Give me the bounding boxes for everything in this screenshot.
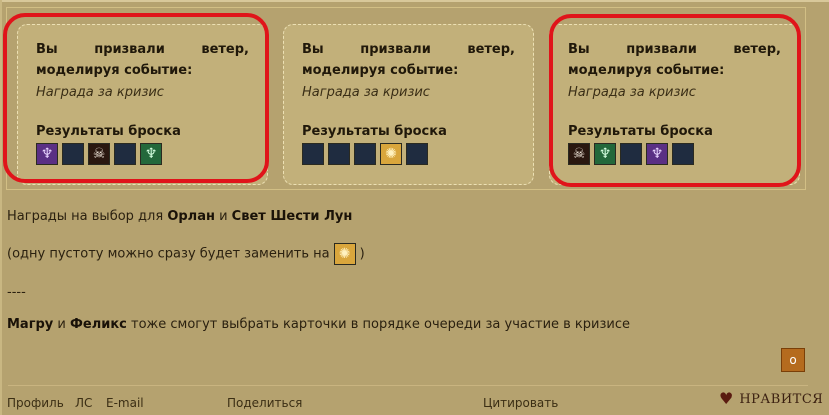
card-title: Вы призвали ветер, моделируя событие: [36, 42, 249, 78]
void-icon [114, 143, 136, 165]
replace-suffix: ) [359, 246, 365, 262]
share-link[interactable]: Поделиться [227, 395, 302, 411]
card-reward: Награда за кризис [36, 85, 164, 100]
name-svet-shesti-lun: Свет Шести Лун [231, 209, 353, 224]
void-icon [302, 143, 324, 165]
void-icon [62, 143, 84, 165]
card-reward: Награда за кризис [568, 85, 696, 100]
profile-link[interactable]: Профиль [7, 395, 64, 411]
quote-link[interactable]: Цитировать [483, 395, 558, 411]
left-border [0, 0, 2, 415]
card-title: Вы призвали ветер, моделируя событие: [302, 42, 515, 78]
heart-icon: ♥ [719, 389, 734, 408]
dice-row: ✺ [302, 143, 515, 165]
dice-row: ♆ ☠ ♆ [36, 143, 249, 165]
triquetra-icon: ♆ [594, 143, 616, 165]
skull-icon: ☠ [88, 143, 110, 165]
queue-line: Магру и Феликс тоже смогут выбрать карто… [7, 316, 630, 334]
void-icon [620, 143, 642, 165]
roll-card-2: Вы призвали ветер, моделируя событие: На… [283, 24, 534, 185]
replace-prefix: (одну пустоту можно сразу будет заменить… [7, 246, 330, 262]
like-button[interactable]: ♥ НРАВИТСЯ [719, 391, 823, 407]
results-title: Результаты броска [568, 124, 713, 139]
void-icon [672, 143, 694, 165]
and-text: и [214, 209, 232, 224]
pm-link[interactable]: ЛС [75, 395, 92, 411]
queue-suffix: тоже смогут выбрать карточки в порядке о… [126, 317, 630, 332]
rewards-line: Награды на выбор для Орлан и Свет Шести … [7, 208, 352, 226]
void-icon [406, 143, 428, 165]
sun-icon: ✺ [333, 243, 356, 265]
email-link[interactable]: E-mail [106, 395, 144, 411]
like-label: НРАВИТСЯ [739, 391, 824, 407]
separator-line: ---- [7, 285, 26, 300]
triquetra-icon: ♆ [140, 143, 162, 165]
card-title: Вы призвали ветер, моделируя событие: [568, 42, 781, 78]
top-border [0, 0, 829, 2]
card-reward: Награда за кризис [302, 85, 430, 100]
dice-row: ☠ ♆ ♆ [568, 143, 781, 165]
name-magru: Магру [7, 317, 54, 332]
roll-card-3: Вы призвали ветер, моделируя событие: На… [549, 24, 800, 185]
triquetra-icon: ♆ [36, 143, 58, 165]
results-title: Результаты броска [36, 124, 181, 139]
void-icon [354, 143, 376, 165]
void-icon [328, 143, 350, 165]
skull-icon: ☠ [568, 143, 590, 165]
roll-results-frame: Вы призвали ветер, моделируя событие: На… [6, 7, 806, 190]
sun-icon: ✺ [380, 143, 402, 165]
replace-void-line: (одну пустоту можно сразу будет заменить… [7, 243, 365, 265]
results-title: Результаты броска [302, 124, 447, 139]
and-text: и [53, 317, 70, 332]
footer-divider [8, 385, 808, 386]
roll-card-1: Вы призвали ветер, моделируя событие: На… [17, 24, 268, 185]
name-orlan: Орлан [167, 209, 215, 224]
name-feliks: Феликс [70, 317, 127, 332]
rewards-prefix: Награды на выбор для [7, 209, 168, 224]
triquetra-icon: ♆ [646, 143, 668, 165]
quick-quote-button[interactable]: o [781, 348, 805, 372]
